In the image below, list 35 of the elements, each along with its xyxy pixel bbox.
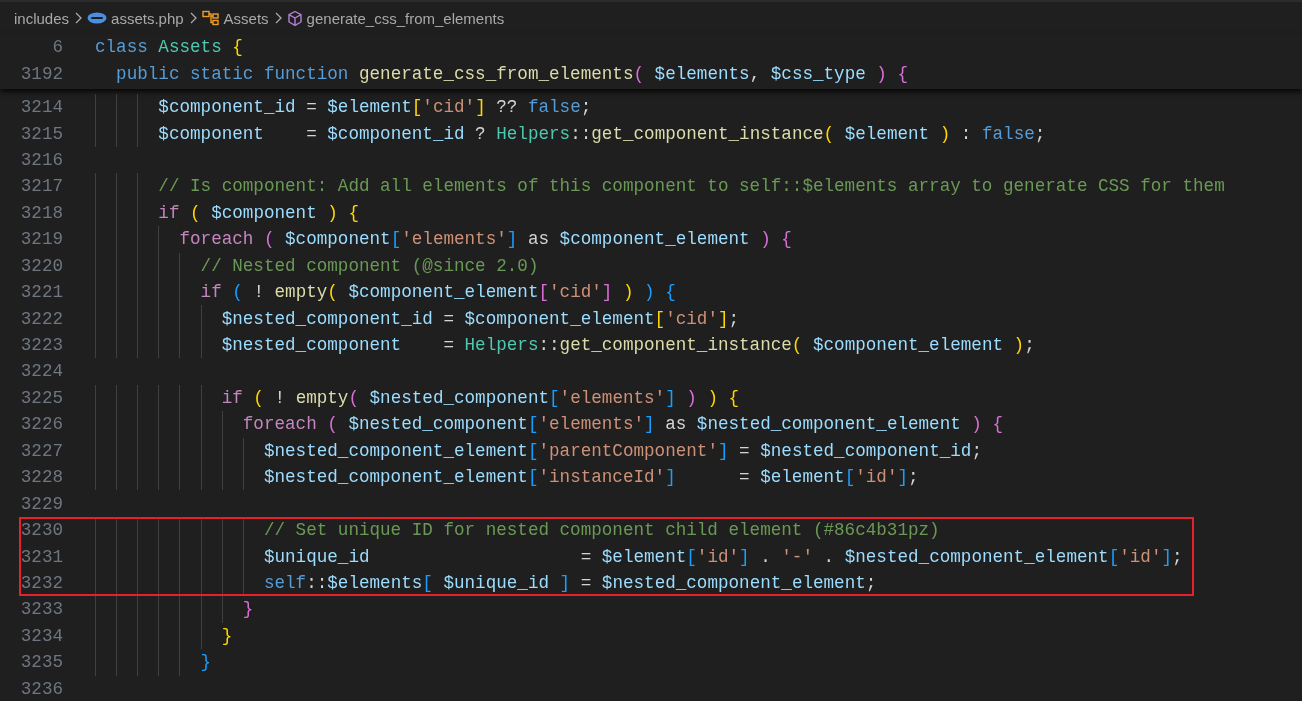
line-number: 3236 <box>19 678 63 699</box>
code-line: class Assets { <box>95 36 243 60</box>
line-number: 3222 <box>19 308 63 329</box>
hierarchy-icon <box>201 10 220 26</box>
file-type-icon <box>87 12 108 24</box>
line-number: 3225 <box>19 387 63 408</box>
code-line: public static function generate_css_from_elements( $elements, $css_type ) { <box>115 62 909 86</box>
line-number: 3230 <box>19 520 63 541</box>
cube-icon <box>286 9 303 27</box>
breadcrumb-item[interactable]: Assets <box>223 9 269 27</box>
line-number: 3235 <box>19 652 63 673</box>
breadcrumb-item[interactable]: includes <box>14 9 70 27</box>
line-number: 3228 <box>19 467 63 488</box>
line-number: 3215 <box>19 123 63 144</box>
chevron-icon <box>73 11 84 25</box>
line-number: 3221 <box>19 282 63 303</box>
line-number: 6 <box>51 37 63 58</box>
line-number: 3224 <box>19 361 63 382</box>
line-number: 3233 <box>19 599 63 620</box>
line-number: 3226 <box>19 414 63 435</box>
line-number: 3227 <box>19 440 63 461</box>
breadcrumb-item[interactable]: assets.php <box>111 9 184 27</box>
line-number: 3192 <box>19 63 63 84</box>
line-number: 3219 <box>19 229 63 250</box>
line-number: 3220 <box>19 255 63 276</box>
line-number: 3216 <box>19 149 63 170</box>
line-number: 3223 <box>19 335 63 356</box>
line-number: 3231 <box>19 546 63 567</box>
line-number: 3229 <box>19 493 63 514</box>
line-number: 3234 <box>19 625 63 646</box>
line-number: 3218 <box>19 202 63 223</box>
line-number: 3232 <box>19 572 63 593</box>
breadcrumb-item[interactable]: generate_css_from_elements <box>306 9 505 27</box>
line-number: 3214 <box>19 97 63 118</box>
line-number: 3217 <box>19 176 63 197</box>
